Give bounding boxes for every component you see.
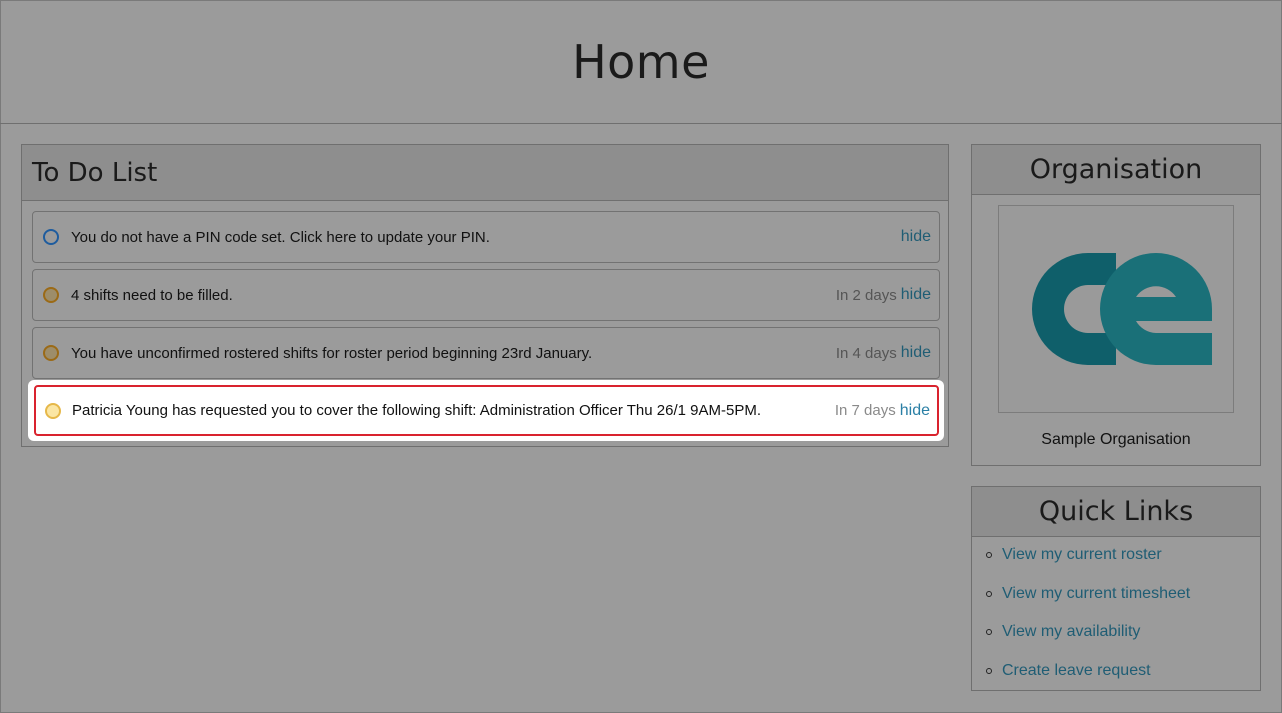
todo-item-text[interactable]: You do not have a PIN code set. Click he… bbox=[71, 229, 901, 246]
bullet-icon bbox=[986, 629, 992, 635]
status-circle-icon bbox=[43, 229, 59, 245]
quick-link-label[interactable]: View my availability bbox=[1002, 623, 1140, 641]
ce-logo-icon bbox=[1032, 253, 1212, 365]
organisation-panel-header: Organisation bbox=[972, 145, 1260, 195]
hide-link[interactable]: hide bbox=[901, 344, 931, 362]
bullet-icon bbox=[986, 668, 992, 674]
status-circle-icon bbox=[43, 287, 59, 303]
todo-panel-header: To Do List bbox=[22, 145, 948, 201]
organisation-panel: Organisation Sample Organisation bbox=[971, 144, 1261, 466]
organisation-logo bbox=[998, 205, 1234, 413]
quick-links-panel: Quick Links View my current roster View … bbox=[971, 486, 1261, 691]
due-label: In 2 days bbox=[835, 286, 897, 304]
organisation-panel-title: Organisation bbox=[1029, 154, 1203, 185]
quick-links-header: Quick Links bbox=[972, 487, 1260, 537]
quick-link-label[interactable]: View my current roster bbox=[1002, 546, 1162, 564]
hide-link[interactable]: hide bbox=[901, 228, 931, 246]
quick-link-label[interactable]: View my current timesheet bbox=[1002, 585, 1190, 603]
todo-item-text[interactable]: You have unconfirmed rostered shifts for… bbox=[71, 345, 836, 362]
todo-item-pin[interactable]: You do not have a PIN code set. Click he… bbox=[32, 211, 940, 263]
quick-link-leave[interactable]: Create leave request bbox=[986, 662, 1151, 680]
quick-link-label[interactable]: Create leave request bbox=[1002, 662, 1151, 680]
due-label: In 7 days bbox=[834, 402, 896, 419]
todo-item-roster[interactable]: You have unconfirmed rostered shifts for… bbox=[32, 327, 940, 379]
quick-link-availability[interactable]: View my availability bbox=[986, 623, 1140, 641]
todo-item-shifts[interactable]: 4 shifts need to be filled. In 2 days hi… bbox=[32, 269, 940, 321]
todo-item-text[interactable]: 4 shifts need to be filled. bbox=[71, 287, 836, 304]
due-label: In 4 days bbox=[835, 344, 897, 362]
quick-link-roster[interactable]: View my current roster bbox=[986, 546, 1162, 564]
hide-link[interactable]: hide bbox=[900, 402, 930, 420]
hide-link[interactable]: hide bbox=[901, 286, 931, 304]
bullet-icon bbox=[986, 552, 992, 558]
todo-panel-title: To Do List bbox=[32, 157, 158, 188]
quick-link-timesheet[interactable]: View my current timesheet bbox=[986, 585, 1190, 603]
organisation-name: Sample Organisation bbox=[1041, 431, 1191, 448]
page-header: Home bbox=[0, 0, 1282, 124]
quick-links-title: Quick Links bbox=[1038, 496, 1194, 527]
status-circle-icon bbox=[43, 345, 59, 361]
todo-item-text[interactable]: Patricia Young has requested you to cove… bbox=[72, 402, 835, 419]
bullet-icon bbox=[986, 591, 992, 597]
page-title: Home bbox=[572, 34, 710, 89]
todo-item-cover-request[interactable]: Patricia Young has requested you to cove… bbox=[34, 385, 939, 436]
status-circle-icon bbox=[45, 402, 61, 419]
